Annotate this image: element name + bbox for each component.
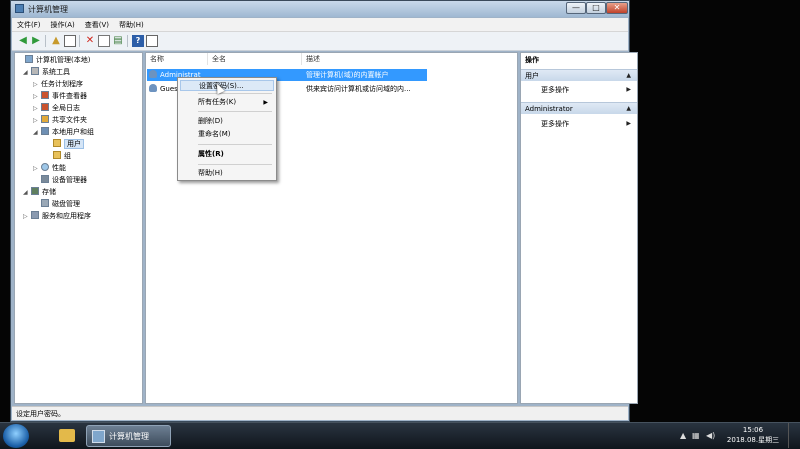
file-explorer-taskbar-button[interactable] (52, 425, 82, 447)
status-bar: 设定用户密码。 (12, 406, 628, 420)
maximize-button[interactable]: □ (586, 2, 606, 14)
computer-management-taskbar-button[interactable]: 计算机管理 (86, 425, 171, 447)
tree-item-groups[interactable]: 组 (45, 151, 71, 162)
menu-action[interactable]: 操作(A) (46, 18, 80, 30)
computer-management-window: 计算机管理 — □ ✕ 文件(F) 操作(A) 查看(V) 帮助(H) ◀ ▶ ▲ ✕… (10, 0, 638, 422)
help-icon[interactable]: ? (132, 35, 144, 47)
disk-icon (41, 199, 49, 207)
computer-icon (25, 55, 33, 63)
tree-item-device-manager[interactable]: 设备管理器 (33, 175, 87, 186)
more-actions-administrator[interactable]: 更多操作 ▶ (521, 118, 637, 130)
performance-icon (41, 163, 49, 171)
users-icon (41, 127, 49, 135)
show-desktop-button[interactable] (788, 423, 800, 448)
properties-icon[interactable] (98, 35, 110, 47)
tree-item-users[interactable]: 用户 (45, 139, 84, 150)
menu-bar: 文件(F) 操作(A) 查看(V) 帮助(H) (12, 18, 628, 32)
menu-view[interactable]: 查看(V) (80, 18, 114, 30)
shared-folder-icon (41, 115, 49, 123)
user-icon (149, 70, 157, 78)
device-manager-icon (41, 175, 49, 183)
show-tree-icon[interactable] (64, 35, 76, 47)
menu-help[interactable]: 帮助(H) (114, 18, 149, 30)
tools-icon (31, 67, 39, 75)
back-arrow-icon[interactable]: ◀ (17, 35, 29, 47)
title-bar[interactable]: 计算机管理 — □ ✕ (11, 1, 629, 17)
window-title: 计算机管理 (28, 5, 68, 14)
more-actions-users[interactable]: 更多操作 ▶ (521, 84, 637, 96)
forward-arrow-icon[interactable]: ▶ (30, 35, 42, 47)
tree-item-performance[interactable]: ▷ 性能 (33, 163, 66, 174)
tree-item-task-scheduler[interactable]: ▷ 任务计划程序 (33, 79, 83, 90)
context-menu: 设置密码(S)... 所有任务(K) ▶ 删除(D) 重命名(M) 属性(R) 帮… (177, 77, 277, 181)
services-icon (31, 211, 39, 219)
tree-item-shared-folders[interactable]: ▷ 共享文件夹 (33, 115, 87, 126)
storage-icon (31, 187, 39, 195)
context-rename[interactable]: 重命名(M) (180, 129, 274, 140)
collapse-icon[interactable]: ▲ (626, 103, 631, 115)
close-button[interactable]: ✕ (606, 2, 628, 14)
menu-divider (198, 93, 272, 94)
tree-item-event-viewer[interactable]: ▷ 事件查看器 (33, 91, 87, 102)
tray-arrow-icon[interactable]: ▲ (680, 431, 686, 440)
taskbar: 计算机管理 ▲ ▦ ◀) 15:06 2018.08.星期三 (0, 422, 800, 449)
menu-file[interactable]: 文件(F) (12, 18, 46, 30)
toolbar-separator (45, 35, 46, 47)
column-header-description[interactable]: 描述 (302, 53, 517, 65)
folder-icon (53, 151, 61, 159)
context-help[interactable]: 帮助(H) (180, 168, 274, 179)
folder-icon (53, 139, 61, 147)
chevron-right-icon: ▶ (626, 120, 631, 127)
up-folder-icon[interactable]: ▲ (50, 35, 62, 47)
tree-item-disk-management[interactable]: 磁盘管理 (33, 199, 80, 210)
log-icon (41, 103, 49, 111)
actions-header: 操作 (521, 54, 637, 66)
start-button[interactable] (3, 424, 29, 448)
event-log-icon (41, 91, 49, 99)
tree-item-global-log[interactable]: ▷ 全局日志 (33, 103, 80, 114)
collapse-icon[interactable]: ▲ (626, 70, 631, 82)
context-delete[interactable]: 删除(D) (180, 116, 274, 127)
tree-item-services-apps[interactable]: ▷ 服务和应用程序 (23, 211, 91, 222)
menu-divider (198, 164, 272, 165)
actions-group-administrator[interactable]: Administrator ▲ (521, 102, 637, 114)
system-clock[interactable]: 15:06 2018.08.星期三 (722, 425, 784, 445)
menu-divider (198, 144, 272, 145)
toolbar-separator (79, 35, 80, 47)
context-all-tasks[interactable]: 所有任务(K) ▶ (180, 97, 274, 108)
context-set-password[interactable]: 设置密码(S)... (180, 80, 274, 91)
user-icon (149, 84, 157, 92)
column-header-name[interactable]: 名称 (146, 53, 208, 65)
tree-item-system-tools[interactable]: ◢ 系统工具 (23, 67, 70, 78)
folder-icon (59, 429, 75, 442)
tree-item-computer-management[interactable]: 计算机管理(本地) (17, 55, 90, 66)
context-properties[interactable]: 属性(R) (180, 149, 274, 160)
tree-item-local-users-groups[interactable]: ◢ 本地用户和组 (33, 127, 94, 138)
delete-icon[interactable]: ✕ (84, 35, 96, 47)
network-icon[interactable]: ▦ (692, 431, 700, 440)
export-list-icon[interactable]: ▤ (112, 35, 124, 47)
menu-divider (198, 111, 272, 112)
computer-management-icon (92, 430, 105, 443)
actions-group-users[interactable]: 用户 ▲ (521, 69, 637, 81)
submenu-arrow-icon: ▶ (263, 99, 268, 106)
toolbar-separator (127, 35, 128, 47)
minimize-button[interactable]: — (566, 2, 586, 14)
navigation-tree: 计算机管理(本地) ◢ 系统工具 ▷ 任务计划程序 ▷ 事件查看器 ▷ 全局日志 ▷ 共享… (14, 52, 143, 404)
chevron-right-icon: ▶ (626, 86, 631, 93)
tree-item-storage[interactable]: ◢ 存储 (23, 187, 56, 198)
computer-management-icon (15, 4, 24, 13)
column-header-fullname[interactable]: 全名 (208, 53, 302, 65)
actions-pane: 操作 用户 ▲ 更多操作 ▶ Administrator ▲ 更多操作 ▶ (520, 52, 638, 404)
toolbar: ◀ ▶ ▲ ✕ ▤ ? (12, 32, 628, 51)
volume-icon[interactable]: ◀) (706, 431, 715, 440)
view-pane-icon[interactable] (146, 35, 158, 47)
